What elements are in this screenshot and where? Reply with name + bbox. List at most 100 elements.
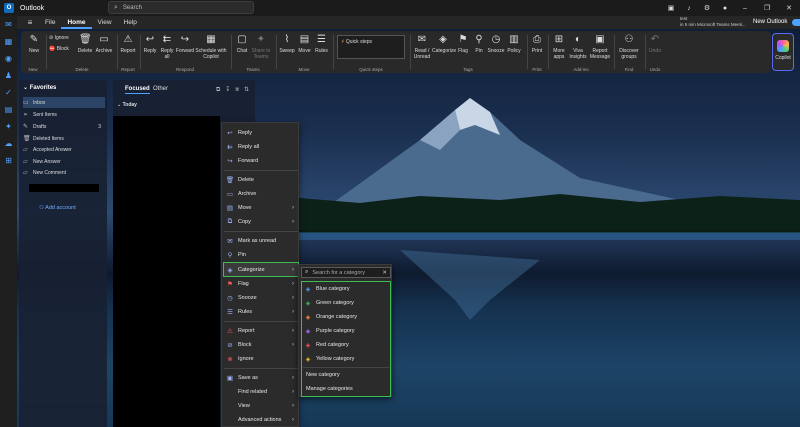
discover-groups-button[interactable]: ⚇ Discover groups: [616, 34, 642, 60]
reply-all-button[interactable]: ⇇ Reply all: [159, 34, 175, 60]
sort-icon[interactable]: ⇅: [244, 87, 249, 93]
filter-icon[interactable]: ⩸: [235, 87, 239, 93]
menu-reply-all[interactable]: ⇇ Reply all: [224, 140, 298, 153]
menu-report[interactable]: ⚠ Report ›: [224, 324, 298, 337]
category-orange[interactable]: ◈ Orange category: [303, 311, 389, 323]
jump-icon[interactable]: ↧: [225, 87, 230, 93]
hamburger-menu-icon[interactable]: ≡: [21, 18, 39, 27]
reply-button[interactable]: ↩ Reply: [142, 34, 158, 54]
menu-mark-unread[interactable]: ✉ Mark as unread: [224, 234, 298, 247]
menu-delete[interactable]: 🗑 Delete: [224, 173, 298, 186]
delete-button[interactable]: 🗑 Delete: [76, 34, 94, 54]
avatar[interactable]: ●: [716, 5, 734, 12]
read-unread-button[interactable]: ✉ Read / Unread: [412, 34, 432, 60]
group-today[interactable]: ⌄ Today: [117, 102, 137, 108]
menu-view[interactable]: View ›: [224, 399, 298, 412]
folder-new-answer[interactable]: ▱ New Answer: [23, 156, 105, 167]
folder-deleted[interactable]: 🗑 Deleted Items: [23, 133, 105, 144]
folder-accepted-answer[interactable]: ▱ Accepted Answer: [23, 144, 105, 155]
menu-pin[interactable]: ⚲ Pin: [224, 248, 298, 261]
folder-drafts[interactable]: ✎ Drafts 3: [23, 121, 105, 132]
gear-icon[interactable]: ⚙: [698, 4, 716, 12]
share-teams-button[interactable]: ✦ Share to Teams: [250, 34, 272, 60]
calendar-app-icon[interactable]: ▦: [0, 33, 17, 50]
flag-button[interactable]: ⚑ Flag: [455, 34, 471, 54]
chat-button[interactable]: ▢ Chat: [234, 34, 250, 54]
ignore-button[interactable]: ⊘ Ignore: [49, 35, 69, 41]
menu-forward[interactable]: ↪ Forward: [224, 154, 298, 167]
folder-sent[interactable]: ➢ Sent Items: [23, 109, 105, 120]
quick-steps-gallery[interactable]: ⚡ Quick steps: [337, 35, 405, 59]
forward-button[interactable]: ↪ Forward: [175, 34, 195, 54]
menu-save-as[interactable]: ▣ Save as ›: [224, 371, 298, 384]
menu-ignore[interactable]: ⊗ Ignore: [224, 352, 298, 365]
block-button[interactable]: ⛔ Block: [49, 46, 69, 52]
menu-advanced-actions[interactable]: Advanced actions ›: [224, 413, 298, 426]
tab-focused[interactable]: Focused: [125, 86, 150, 94]
menu-snooze[interactable]: ◷ Snooze ›: [224, 291, 298, 304]
copilot-button[interactable]: Copilot: [772, 33, 794, 71]
favorites-header[interactable]: ⌄ Favorites: [23, 84, 56, 91]
restore-icon[interactable]: ❐: [756, 4, 778, 12]
menu-archive[interactable]: ▭ Archive: [224, 187, 298, 200]
meeting-notification[interactable]: test in 5 min Microsoft Teams Meeti...: [680, 16, 746, 28]
pin-button[interactable]: ⚲ Pin: [472, 34, 486, 54]
bell-icon[interactable]: ♪: [680, 5, 698, 12]
teams-app-icon[interactable]: ✦: [0, 118, 17, 135]
onedrive-app-icon[interactable]: ☁: [0, 135, 17, 152]
new-category-item[interactable]: New category: [303, 369, 389, 381]
sweep-button[interactable]: ⌇ Sweep: [278, 34, 296, 54]
onenote-app-icon[interactable]: ▤: [0, 101, 17, 118]
menu-find-related[interactable]: Find related ›: [224, 385, 298, 398]
clear-search-icon[interactable]: ✕: [382, 270, 387, 276]
menu-categorize[interactable]: ◈ Categorize ›: [223, 262, 299, 277]
report-message-button[interactable]: ▣ Report Message: [588, 34, 612, 60]
mail-app-icon[interactable]: ✉: [0, 16, 17, 33]
rules-button[interactable]: ☰ Rules: [313, 34, 330, 54]
manage-categories-item[interactable]: Manage categories: [303, 383, 389, 395]
menu-move[interactable]: ▤ Move ›: [224, 201, 298, 214]
more-apps-button[interactable]: ⊞ More apps: [550, 34, 568, 60]
category-search-input[interactable]: ⌕ Search for a category ✕: [301, 267, 391, 278]
new-mail-button[interactable]: ✎ New: [24, 34, 44, 54]
undo-button[interactable]: ↶ Undo: [647, 34, 663, 54]
copilot-app-icon[interactable]: ◉: [0, 50, 17, 67]
menu-copy[interactable]: ⧉ Copy ›: [224, 215, 298, 228]
policy-button[interactable]: ▥ Policy: [505, 34, 523, 54]
folder-new-comment[interactable]: ▱ New Comment: [23, 167, 105, 178]
close-icon[interactable]: ✕: [778, 4, 800, 12]
select-icon[interactable]: ⧉: [216, 87, 220, 93]
add-account-link[interactable]: ⚇ Add account: [39, 205, 76, 211]
todo-app-icon[interactable]: ✓: [0, 84, 17, 101]
move-button[interactable]: ▤ Move: [296, 34, 313, 54]
new-outlook-toggle[interactable]: [792, 19, 800, 26]
apps-icon[interactable]: ⊞: [0, 152, 17, 169]
schedule-copilot-button[interactable]: ▦ Schedule with Copilot: [195, 34, 227, 60]
meeting-icon[interactable]: ▣: [662, 4, 680, 12]
menu-rules[interactable]: ☰ Rules ›: [224, 305, 298, 318]
viva-insights-button[interactable]: ◐ Viva Insights: [569, 34, 587, 60]
search-input[interactable]: ⌕ Search: [108, 1, 254, 14]
tab-view[interactable]: View: [92, 16, 118, 29]
category-purple[interactable]: ◈ Purple category: [303, 325, 389, 337]
folder-inbox[interactable]: ▭ Inbox: [23, 97, 105, 108]
redacted-message[interactable]: [113, 116, 220, 427]
category-blue[interactable]: ◈ Blue category: [303, 283, 389, 295]
tab-home[interactable]: Home: [61, 16, 92, 29]
menu-flag[interactable]: ⚑ Flag ›: [224, 277, 298, 290]
people-app-icon[interactable]: ♟: [0, 67, 17, 84]
menu-reply[interactable]: ↩ Reply: [224, 126, 298, 139]
tab-other[interactable]: Other: [153, 86, 168, 92]
minimize-icon[interactable]: –: [734, 5, 756, 12]
tab-file[interactable]: File: [39, 16, 61, 29]
snooze-button[interactable]: ◷ Snooze: [487, 34, 505, 54]
archive-button[interactable]: ▭ Archive: [94, 34, 114, 54]
category-yellow[interactable]: ◈ Yellow category: [303, 353, 389, 365]
tab-help[interactable]: Help: [118, 16, 143, 29]
category-red[interactable]: ◈ Red category: [303, 339, 389, 351]
report-button[interactable]: ⚠ Report: [119, 34, 137, 54]
category-green[interactable]: ◈ Green category: [303, 297, 389, 309]
menu-block[interactable]: ⊘ Block ›: [224, 338, 298, 351]
print-button[interactable]: ⎙ Print: [529, 34, 545, 54]
categorize-button[interactable]: ◈ Categorize: [432, 34, 456, 54]
